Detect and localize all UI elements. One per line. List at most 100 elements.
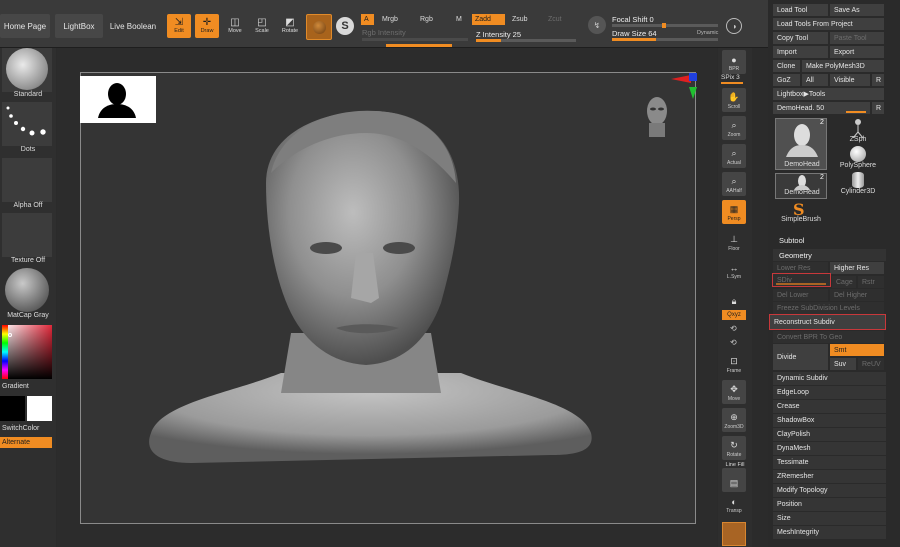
del-lower-button[interactable]: Del Lower bbox=[773, 289, 828, 301]
rotate-view-button[interactable]: ↻ Rotate bbox=[722, 436, 746, 460]
focal-shift-knob[interactable] bbox=[662, 23, 666, 28]
divide-button[interactable]: Divide bbox=[773, 344, 828, 370]
rotate-z-icon[interactable]: ⟲ bbox=[730, 338, 737, 347]
axis-gizmo-icon[interactable] bbox=[669, 73, 697, 109]
meshintegrity-section[interactable]: MeshIntegrity bbox=[773, 526, 886, 539]
del-higher-button[interactable]: Del Higher bbox=[830, 289, 884, 301]
lock-button[interactable]: 🔒︎ bbox=[722, 286, 746, 310]
r-button[interactable]: R bbox=[872, 74, 884, 86]
qxyz-button[interactable]: Qxyz bbox=[722, 310, 746, 320]
polysphere-tool-thumb[interactable]: PolySphere bbox=[838, 146, 878, 172]
alpha-thumbnail[interactable] bbox=[2, 158, 52, 202]
draw-button[interactable]: ✛ Draw bbox=[195, 14, 219, 38]
scale-button[interactable]: ◰ Scale bbox=[250, 14, 274, 38]
demohead-small-thumb[interactable]: 2 DemoHead bbox=[775, 173, 827, 199]
zoom3d-button[interactable]: ⊕ Zoom3D bbox=[722, 408, 746, 432]
cage-button[interactable]: Cage bbox=[832, 276, 856, 288]
zcut-button[interactable]: Zcut bbox=[545, 14, 569, 25]
zadd-button[interactable]: Zadd bbox=[472, 14, 505, 25]
move-button[interactable]: ◫ Move bbox=[223, 14, 247, 38]
stroke-type-icon[interactable]: S bbox=[336, 17, 354, 35]
dynamesh-section[interactable]: DynaMesh bbox=[773, 442, 886, 455]
reconstruct-subdiv-button[interactable]: Reconstruct Subdiv bbox=[769, 314, 886, 330]
rgb-button[interactable]: Rgb bbox=[417, 14, 441, 25]
live-boolean-button[interactable]: Live Boolean bbox=[106, 14, 160, 38]
reference-image-thumbnail[interactable] bbox=[80, 76, 156, 123]
r-slider-button[interactable]: R bbox=[872, 102, 884, 114]
export-button[interactable]: Export bbox=[830, 46, 884, 58]
zsub-button[interactable]: Zsub bbox=[509, 14, 535, 25]
color-picker[interactable] bbox=[2, 325, 52, 379]
brush-thumbnail[interactable] bbox=[2, 48, 52, 92]
rstr-button[interactable]: Rstr bbox=[858, 276, 884, 288]
position-section[interactable]: Position bbox=[773, 498, 886, 511]
reuv-button[interactable]: ReUV bbox=[858, 358, 884, 370]
mrgb-button[interactable]: Mrgb bbox=[379, 14, 409, 25]
load-tool-button[interactable]: Load Tool bbox=[773, 4, 828, 16]
switch-color-label[interactable]: SwitchColor bbox=[0, 425, 56, 432]
head-model[interactable] bbox=[81, 73, 697, 525]
claypolish-section[interactable]: ClayPolish bbox=[773, 428, 886, 441]
frame-button[interactable]: ⊡ Frame bbox=[722, 352, 746, 376]
rotate-y-icon[interactable]: ⟲ bbox=[730, 324, 737, 333]
backface-mask-icon[interactable]: ◑ bbox=[726, 18, 742, 34]
actual-button[interactable]: ⌕ Actual bbox=[722, 144, 746, 168]
lsym-button[interactable]: ↔ L.Sym bbox=[722, 258, 746, 282]
clone-button[interactable]: Clone bbox=[773, 60, 800, 72]
m-button[interactable]: M bbox=[453, 14, 467, 25]
smt-button[interactable]: Smt bbox=[830, 344, 884, 356]
hue-strip[interactable] bbox=[2, 325, 8, 379]
zremesher-section[interactable]: ZRemesher bbox=[773, 470, 886, 483]
suv-button[interactable]: Suv bbox=[830, 358, 856, 370]
transp-button[interactable]: ◐ Transp bbox=[722, 492, 746, 516]
scroll-button[interactable]: ✋ Scroll bbox=[722, 88, 746, 112]
dynamic-subdiv-section[interactable]: Dynamic Subdiv bbox=[773, 372, 886, 385]
paste-tool-button[interactable]: Paste Tool bbox=[830, 32, 884, 44]
make-polymesh-button[interactable]: Make PolyMesh3D bbox=[802, 60, 884, 72]
crease-section[interactable]: Crease bbox=[773, 400, 886, 413]
floor-button[interactable]: ⊥ Floor bbox=[722, 230, 746, 254]
copy-tool-button[interactable]: Copy Tool bbox=[773, 32, 828, 44]
polyf-button[interactable]: ▤ bbox=[722, 468, 746, 492]
secondary-color-swatch[interactable] bbox=[27, 396, 52, 421]
spix-label[interactable]: SPix 3 bbox=[721, 74, 749, 81]
canvas-document[interactable] bbox=[80, 72, 697, 525]
dynamic-label[interactable]: Dynamic bbox=[697, 30, 718, 36]
size-section[interactable]: Size bbox=[773, 512, 886, 525]
a-button[interactable]: A bbox=[361, 14, 374, 25]
texture-thumbnail[interactable] bbox=[2, 213, 52, 257]
modify-topology-section[interactable]: Modify Topology bbox=[773, 484, 886, 497]
rgb-intensity-slider[interactable] bbox=[362, 38, 468, 41]
convert-bpr-button[interactable]: Convert BPR To Geo bbox=[773, 331, 884, 343]
all-button[interactable]: All bbox=[802, 74, 828, 86]
ghost-button[interactable] bbox=[722, 522, 746, 546]
zoom-button[interactable]: ⌕ Zoom bbox=[722, 116, 746, 140]
lightbox-button[interactable]: LightBox bbox=[55, 14, 103, 38]
shadowbox-section[interactable]: ShadowBox bbox=[773, 414, 886, 427]
main-color-swatch[interactable] bbox=[0, 396, 25, 421]
alternate-button[interactable]: Alternate bbox=[0, 437, 52, 448]
material-thumbnail[interactable] bbox=[2, 268, 52, 312]
subtool-header[interactable]: Subtool bbox=[773, 234, 886, 247]
visible-button[interactable]: Visible bbox=[830, 74, 870, 86]
save-as-button[interactable]: Save As bbox=[830, 4, 884, 16]
lazy-mouse-icon[interactable]: ↯ bbox=[588, 16, 606, 34]
edit-button[interactable]: ⇲ Edit bbox=[167, 14, 191, 38]
simplebrush-tool-thumb[interactable]: S SimpleBrush bbox=[775, 200, 827, 226]
goz-button[interactable]: GoZ bbox=[773, 74, 800, 86]
freeze-subdiv-button[interactable]: Freeze SubDivision Levels bbox=[773, 302, 884, 314]
move-view-button[interactable]: ✥ Move bbox=[722, 380, 746, 404]
lower-res-button[interactable]: Lower Res bbox=[773, 262, 828, 274]
zsphere-tool-thumb[interactable]: ZSph bbox=[838, 118, 878, 144]
material-swatch[interactable] bbox=[306, 14, 332, 40]
bpr-button[interactable]: ● BPR bbox=[722, 50, 746, 74]
import-button[interactable]: Import bbox=[773, 46, 828, 58]
load-tools-from-project-button[interactable]: Load Tools From Project bbox=[773, 18, 884, 30]
lightbox-tools-button[interactable]: Lightbox▶Tools bbox=[773, 88, 884, 100]
tessimate-section[interactable]: Tessimate bbox=[773, 456, 886, 469]
cylinder-tool-thumb[interactable]: Cylinder3D bbox=[838, 172, 878, 198]
persp-button[interactable]: ▦ Persp bbox=[722, 200, 746, 224]
rotate-button[interactable]: ◩ Rotate bbox=[278, 14, 302, 38]
aahalf-button[interactable]: ⌕ AAHalf bbox=[722, 172, 746, 196]
higher-res-button[interactable]: Higher Res bbox=[830, 262, 884, 274]
